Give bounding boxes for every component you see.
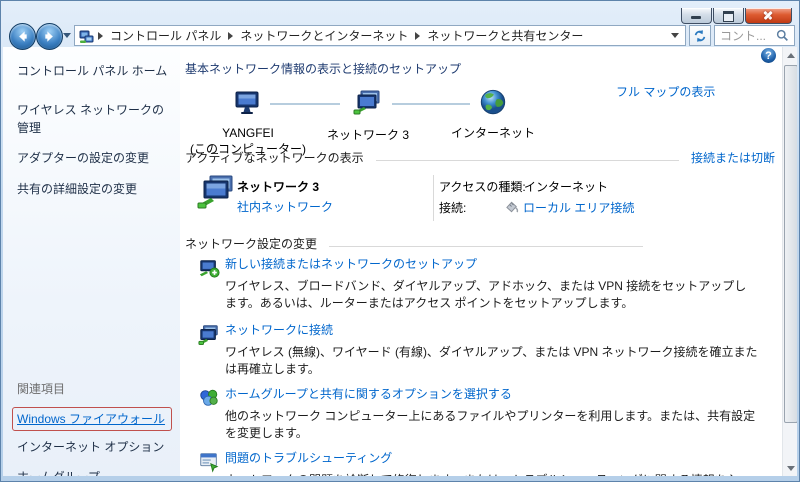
vertical-scrollbar[interactable]	[782, 47, 797, 476]
related-items-header: 関連項目	[17, 382, 66, 396]
breadcrumb-separator-icon	[415, 31, 421, 40]
scroll-up-icon	[786, 52, 795, 58]
active-network-name: ネットワーク 3	[237, 180, 320, 194]
ethernet-connection-icon	[506, 201, 519, 213]
page-title: 基本ネットワーク情報の表示と接続のセットアップ	[185, 62, 462, 76]
map-node-label: インターネット	[450, 126, 535, 140]
highlight-box: Windows ファイアウォール	[12, 407, 173, 431]
breadcrumb-network-internet[interactable]: ネットワークとインターネット	[236, 25, 412, 46]
forward-button[interactable]	[36, 23, 63, 50]
breadcrumb-control-panel[interactable]: コントロール パネル	[106, 25, 225, 46]
computer-icon	[235, 91, 259, 114]
network-settings-header-row: ネットワーク設定の変更	[185, 235, 655, 252]
map-node-label: ネットワーク 3	[326, 128, 409, 142]
full-map-link[interactable]: フル マップの表示	[616, 83, 715, 100]
task-new-connection: 新しい接続またはネットワークのセットアップ ワイヤレス、ブロードバンド、ダイヤル…	[198, 255, 758, 312]
window-controls	[681, 8, 792, 24]
connect-network-icon	[198, 325, 218, 345]
local-area-connection-link[interactable]: ローカル エリア接続	[523, 199, 634, 216]
window-frame: コントロール パネル ネットワークとインターネット ネットワークと共有センター …	[0, 0, 800, 482]
sidebar-item-control-panel-home[interactable]: コントロール パネル ホーム	[17, 63, 169, 80]
search-placeholder: コント...	[720, 29, 767, 43]
recent-pages-dropdown-icon[interactable]	[63, 33, 71, 38]
scrollbar-thumb[interactable]	[784, 65, 797, 423]
task-troubleshoot: 問題のトラブルシューティング ネットワークの問題を診断して修復します。または、ト…	[198, 449, 758, 476]
map-node-network[interactable]: ネットワーク 3	[308, 87, 428, 143]
access-type-value: インターネット	[524, 180, 609, 194]
task-description: ネットワークの問題を診断して修復します。または、トラブルシューティングに関する情…	[225, 472, 758, 476]
maximize-icon	[723, 11, 734, 22]
globe-icon	[480, 89, 506, 115]
task-link[interactable]: ホームグループと共有に関するオプションを選択する	[225, 385, 758, 402]
back-button[interactable]	[9, 23, 36, 50]
network-icon	[353, 90, 380, 115]
network-location-icon	[79, 30, 94, 43]
task-link[interactable]: ネットワークに接続	[225, 321, 758, 338]
sidebar-item-homegroup[interactable]: ホームグループ	[17, 468, 172, 476]
map-node-label: YANGFEI	[222, 126, 274, 140]
task-description: ワイヤレス、ブロードバンド、ダイヤルアップ、アドホック、または VPN 接続をセ…	[225, 279, 747, 310]
help-button[interactable]: ?	[761, 48, 776, 63]
homegroup-icon	[200, 389, 218, 406]
task-link[interactable]: 新しい接続またはネットワークのセットアップ	[225, 255, 758, 272]
refresh-icon	[694, 29, 706, 42]
maximize-button[interactable]	[713, 8, 744, 24]
search-input[interactable]: コント...	[714, 25, 795, 46]
breadcrumb-separator-icon	[228, 31, 234, 40]
window-body: コントロール パネル ホーム ワイヤレス ネットワークの管理 アダプターの設定の…	[3, 47, 797, 476]
scroll-up-button[interactable]	[783, 47, 797, 63]
help-icon: ?	[765, 49, 772, 62]
sidebar-item-internet-options[interactable]: インターネット オプション	[17, 438, 172, 455]
sidebar-item-advanced-sharing[interactable]: 共有の詳細設定の変更	[17, 181, 169, 198]
sidebar-item-windows-firewall[interactable]: Windows ファイアウォール	[17, 412, 165, 426]
section-rule	[375, 159, 679, 161]
minimize-button[interactable]	[681, 8, 712, 24]
active-networks-header-row: アクティブなネットワークの表示 接続または切断	[185, 149, 775, 166]
task-description: ワイヤレス (無線)、ワイヤード (有線)、ダイヤルアップ、または VPN ネッ…	[225, 345, 758, 376]
connection-label: 接続:	[439, 201, 467, 215]
breadcrumb-network-sharing-center[interactable]: ネットワークと共有センター	[423, 25, 587, 46]
breadcrumb-separator-icon	[98, 31, 103, 40]
refresh-button[interactable]	[689, 25, 711, 46]
task-description: 他のネットワーク コンピューター上にあるファイルやプリンターを利用します。または…	[225, 409, 756, 440]
access-type-label: アクセスの種類:	[439, 180, 526, 194]
sidebar: コントロール パネル ホーム ワイヤレス ネットワークの管理 アダプターの設定の…	[3, 47, 180, 476]
connect-disconnect-link[interactable]: 接続または切断	[691, 149, 775, 166]
forward-arrow-icon	[45, 31, 54, 42]
related-items-section: 関連項目 Windows ファイアウォール インターネット オプション ホームグ…	[12, 380, 173, 476]
minimize-icon	[691, 16, 701, 19]
sidebar-item-change-adapter-settings[interactable]: アダプターの設定の変更	[17, 150, 169, 167]
active-networks-header: アクティブなネットワークの表示	[185, 151, 364, 165]
search-icon[interactable]	[776, 29, 789, 42]
address-bar[interactable]: コントロール パネル ネットワークとインターネット ネットワークと共有センター	[74, 25, 686, 46]
address-dropdown-icon[interactable]	[671, 33, 679, 38]
active-network-icon[interactable]	[196, 173, 236, 213]
sidebar-item-manage-wireless[interactable]: ワイヤレス ネットワークの管理	[17, 102, 169, 137]
task-homegroup-options: ホームグループと共有に関するオプションを選択する 他のネットワーク コンピュータ…	[198, 385, 758, 442]
scroll-down-button[interactable]	[783, 460, 797, 476]
main-content: 基本ネットワーク情報の表示と接続のセットアップ フル マップの表示 YANGFE…	[180, 47, 782, 476]
troubleshoot-icon	[200, 453, 219, 473]
network-type-link[interactable]: 社内ネットワーク	[237, 198, 333, 215]
task-link[interactable]: 問題のトラブルシューティング	[225, 449, 758, 466]
new-connection-icon	[199, 260, 220, 278]
divider	[433, 175, 434, 221]
map-node-internet[interactable]: インターネット	[433, 87, 553, 141]
task-connect-to-network: ネットワークに接続 ワイヤレス (無線)、ワイヤード (有線)、ダイヤルアップ、…	[198, 321, 758, 378]
close-button[interactable]	[745, 8, 792, 24]
network-settings-header: ネットワーク設定の変更	[185, 237, 318, 251]
back-arrow-icon	[18, 31, 27, 42]
section-rule	[329, 245, 643, 247]
scroll-down-icon	[786, 465, 795, 471]
map-node-computer[interactable]: YANGFEI (このコンピューター)	[188, 87, 308, 157]
